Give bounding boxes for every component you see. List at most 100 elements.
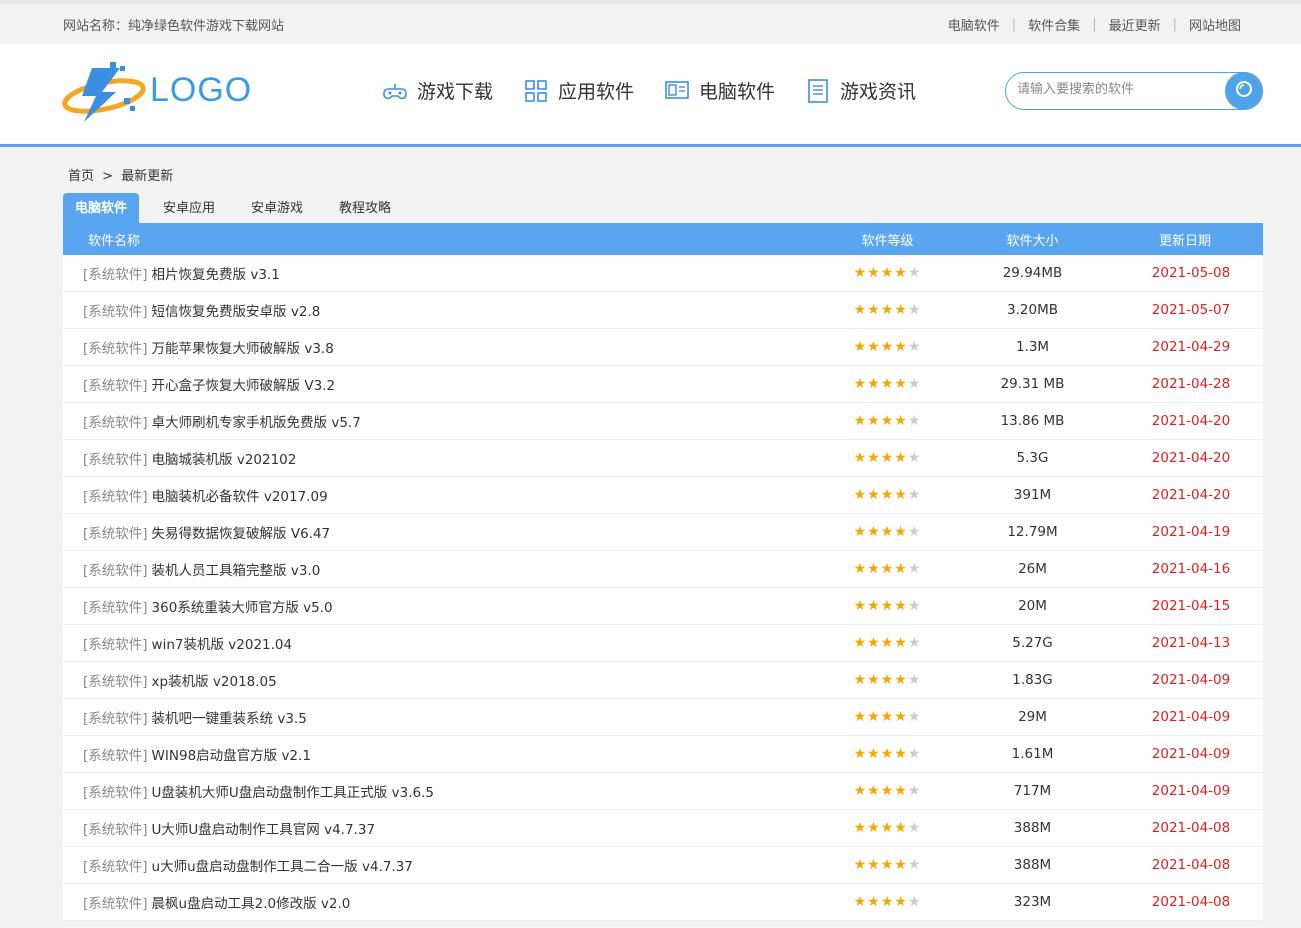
- software-name-link[interactable]: 短信恢复免费版安卓版 v2.8: [152, 304, 321, 320]
- software-name-cell[interactable]: [系统软件] 电脑城装机版 v202102: [63, 448, 825, 468]
- table-row[interactable]: [系统软件] 360系统重装大师官方版 v5.0 ★★★★★ 20M 2021-04-1…: [63, 588, 1263, 625]
- table-row[interactable]: [系统软件] 晨枫u盘启动工具2.0修改版 v2.0 ★★★★★ 323M 2021-0…: [63, 884, 1263, 921]
- software-name-link[interactable]: U盘装机大师U盘启动盘制作工具正式版 v3.6.5: [152, 785, 434, 801]
- software-name-cell[interactable]: [系统软件] U盘装机大师U盘启动盘制作工具正式版 v3.6.5: [63, 781, 825, 801]
- software-name-link[interactable]: 卓大师刷机专家手机版免费版 v5.7: [152, 415, 361, 431]
- table-row[interactable]: [系统软件] 卓大师刷机专家手机版免费版 v5.7 ★★★★★ 13.86 MB 202…: [63, 403, 1263, 440]
- tab-tutorials[interactable]: 教程攻略: [327, 193, 403, 224]
- table-row[interactable]: [系统软件] U大师U盘启动制作工具官网 v4.7.37 ★★★★★ 388M 2021…: [63, 810, 1263, 847]
- tab-android-games[interactable]: 安卓游戏: [239, 193, 315, 224]
- software-name-cell[interactable]: [系统软件] 晨枫u盘启动工具2.0修改版 v2.0: [63, 892, 825, 912]
- software-name-cell[interactable]: [系统软件] 电脑装机必备软件 v2017.09: [63, 485, 825, 505]
- table-row[interactable]: [系统软件] win7装机版 v2021.04 ★★★★★ 5.27G 2021-04-…: [63, 625, 1263, 662]
- category-label[interactable]: [系统软件]: [83, 822, 148, 838]
- software-name-link[interactable]: 360系统重装大师官方版 v5.0: [152, 600, 333, 616]
- software-name-link[interactable]: 装机人员工具箱完整版 v3.0: [152, 563, 321, 579]
- software-name-cell[interactable]: [系统软件] 360系统重装大师官方版 v5.0: [63, 596, 825, 616]
- table-row[interactable]: [系统软件] 相片恢复免费版 v3.1 ★★★★★ 29.94MB 2021-05-08: [63, 255, 1263, 292]
- category-label[interactable]: [系统软件]: [83, 489, 148, 505]
- nav-pc-software[interactable]: 电脑软件: [664, 77, 775, 104]
- star-icon: ★: [907, 376, 922, 392]
- category-label[interactable]: [系统软件]: [83, 304, 148, 320]
- category-label[interactable]: [系统软件]: [83, 600, 148, 616]
- category-label[interactable]: [系统软件]: [83, 896, 148, 912]
- software-name-link[interactable]: WIN98启动盘官方版 v2.1: [152, 748, 311, 764]
- software-name-link[interactable]: xp装机版 v2018.05: [152, 674, 277, 690]
- table-row[interactable]: [系统软件] u大师u盘启动盘制作工具二合一版 v4.7.37 ★★★★★ 388M 2…: [63, 847, 1263, 884]
- software-name-link[interactable]: 晨枫u盘启动工具2.0修改版 v2.0: [152, 896, 351, 912]
- software-name-link[interactable]: 开心盒子恢复大师破解版 V3.2: [152, 378, 336, 394]
- table-row[interactable]: [系统软件] 装机人员工具箱完整版 v3.0 ★★★★★ 26M 2021-04-16: [63, 551, 1263, 588]
- size-cell: 29.31 MB: [1000, 376, 1065, 392]
- breadcrumb-home[interactable]: 首页: [68, 169, 94, 184]
- table-row[interactable]: [系统软件] WIN98启动盘官方版 v2.1 ★★★★★ 1.61M 2021-04-…: [63, 736, 1263, 773]
- category-label[interactable]: [系统软件]: [83, 859, 148, 875]
- category-label[interactable]: [系统软件]: [83, 415, 148, 431]
- category-label[interactable]: [系统软件]: [83, 526, 148, 542]
- breadcrumb-current: 最新更新: [121, 169, 174, 184]
- star-icon: ★: [907, 857, 922, 873]
- top-link-collections[interactable]: 软件合集: [1016, 15, 1092, 34]
- category-label[interactable]: [系统软件]: [83, 785, 148, 801]
- software-name-cell[interactable]: [系统软件] WIN98启动盘官方版 v2.1: [63, 744, 825, 764]
- category-label[interactable]: [系统软件]: [83, 267, 148, 283]
- top-link-sitemap[interactable]: 网站地图: [1177, 15, 1253, 34]
- software-name-cell[interactable]: [系统软件] 卓大师刷机专家手机版免费版 v5.7: [63, 411, 825, 431]
- star-icon: ★: [853, 820, 868, 836]
- software-name-link[interactable]: U大师U盘启动制作工具官网 v4.7.37: [152, 822, 375, 838]
- software-name-cell[interactable]: [系统软件] 开心盒子恢复大师破解版 V3.2: [63, 374, 825, 394]
- software-name-link[interactable]: 装机吧一键重装系统 v3.5: [152, 711, 307, 727]
- software-name-cell[interactable]: [系统软件] 万能苹果恢复大师破解版 v3.8: [63, 337, 825, 357]
- software-name-cell[interactable]: [系统软件] 装机吧一键重装系统 v3.5: [63, 707, 825, 727]
- software-name-cell[interactable]: [系统软件] U大师U盘启动制作工具官网 v4.7.37: [63, 818, 825, 838]
- table-row[interactable]: [系统软件] 短信恢复免费版安卓版 v2.8 ★★★★★ 3.20MB 2021-05-…: [63, 292, 1263, 329]
- star-icon: ★: [853, 894, 868, 910]
- category-label[interactable]: [系统软件]: [83, 637, 148, 653]
- software-name-link[interactable]: 失易得数据恢复破解版 V6.47: [152, 526, 331, 542]
- nav-game-news[interactable]: 游戏资讯: [805, 77, 916, 104]
- software-name-cell[interactable]: [系统软件] 相片恢复免费版 v3.1: [63, 263, 825, 283]
- table-row[interactable]: [系统软件] 开心盒子恢复大师破解版 V3.2 ★★★★★ 29.31 MB 2021-…: [63, 366, 1263, 403]
- tab-pc-software[interactable]: 电脑软件: [63, 193, 140, 224]
- software-name-cell[interactable]: [系统软件] xp装机版 v2018.05: [63, 670, 825, 690]
- category-label[interactable]: [系统软件]: [83, 341, 148, 357]
- software-name-cell[interactable]: [系统软件] u大师u盘启动盘制作工具二合一版 v4.7.37: [63, 855, 825, 875]
- table-row[interactable]: [系统软件] 装机吧一键重装系统 v3.5 ★★★★★ 29M 2021-04-09: [63, 699, 1263, 736]
- tab-android-apps[interactable]: 安卓应用: [151, 193, 227, 224]
- category-label[interactable]: [系统软件]: [83, 674, 148, 690]
- star-icon: ★: [853, 302, 868, 318]
- nav-apps[interactable]: 应用软件: [523, 77, 634, 104]
- category-label[interactable]: [系统软件]: [83, 748, 148, 764]
- star-icon: ★: [880, 635, 895, 651]
- table-row[interactable]: [系统软件] 电脑城装机版 v202102 ★★★★★ 5.3G 2021-04-20: [63, 440, 1263, 477]
- table-row[interactable]: [系统软件] 万能苹果恢复大师破解版 v3.8 ★★★★★ 1.3M 2021-04-2…: [63, 329, 1263, 366]
- software-name-link[interactable]: 电脑城装机版 v202102: [152, 452, 297, 468]
- star-icon: ★: [867, 894, 881, 910]
- software-name-cell[interactable]: [系统软件] 短信恢复免费版安卓版 v2.8: [63, 300, 825, 320]
- search-button[interactable]: [1225, 72, 1263, 110]
- software-name-cell[interactable]: [系统软件] 装机人员工具箱完整版 v3.0: [63, 559, 825, 579]
- top-link-pc-software[interactable]: 电脑软件: [936, 15, 1012, 34]
- software-name-cell[interactable]: [系统软件] 失易得数据恢复破解版 V6.47: [63, 522, 825, 542]
- date-cell: 2021-04-13: [1151, 635, 1231, 651]
- table-row[interactable]: [系统软件] xp装机版 v2018.05 ★★★★★ 1.83G 2021-04-09: [63, 662, 1263, 699]
- table-row[interactable]: [系统软件] 失易得数据恢复破解版 V6.47 ★★★★★ 12.79M 2021-04…: [63, 514, 1263, 551]
- software-name-link[interactable]: 万能苹果恢复大师破解版 v3.8: [152, 341, 334, 357]
- top-link-recent-updates[interactable]: 最近更新: [1097, 15, 1173, 34]
- category-label[interactable]: [系统软件]: [83, 711, 148, 727]
- software-name-link[interactable]: 相片恢复免费版 v3.1: [152, 267, 280, 283]
- category-label[interactable]: [系统软件]: [83, 452, 148, 468]
- site-logo[interactable]: LOGO: [62, 58, 251, 128]
- search-input[interactable]: [1017, 82, 1217, 97]
- software-name-link[interactable]: u大师u盘启动盘制作工具二合一版 v4.7.37: [152, 859, 413, 875]
- software-name-link[interactable]: win7装机版 v2021.04: [152, 637, 293, 653]
- software-name-link[interactable]: 电脑装机必备软件 v2017.09: [152, 489, 328, 505]
- table-row[interactable]: [系统软件] 电脑装机必备软件 v2017.09 ★★★★★ 391M 2021-04-…: [63, 477, 1263, 514]
- category-label[interactable]: [系统软件]: [83, 378, 148, 394]
- table-row[interactable]: [系统软件] U盘装机大师U盘启动盘制作工具正式版 v3.6.5 ★★★★★ 717M…: [63, 773, 1263, 810]
- size-cell: 5.27G: [1012, 635, 1053, 651]
- software-name-cell[interactable]: [系统软件] win7装机版 v2021.04: [63, 633, 825, 653]
- category-label[interactable]: [系统软件]: [83, 563, 148, 579]
- nav-game-download[interactable]: 游戏下载: [382, 77, 493, 104]
- star-icon: ★: [907, 598, 922, 614]
